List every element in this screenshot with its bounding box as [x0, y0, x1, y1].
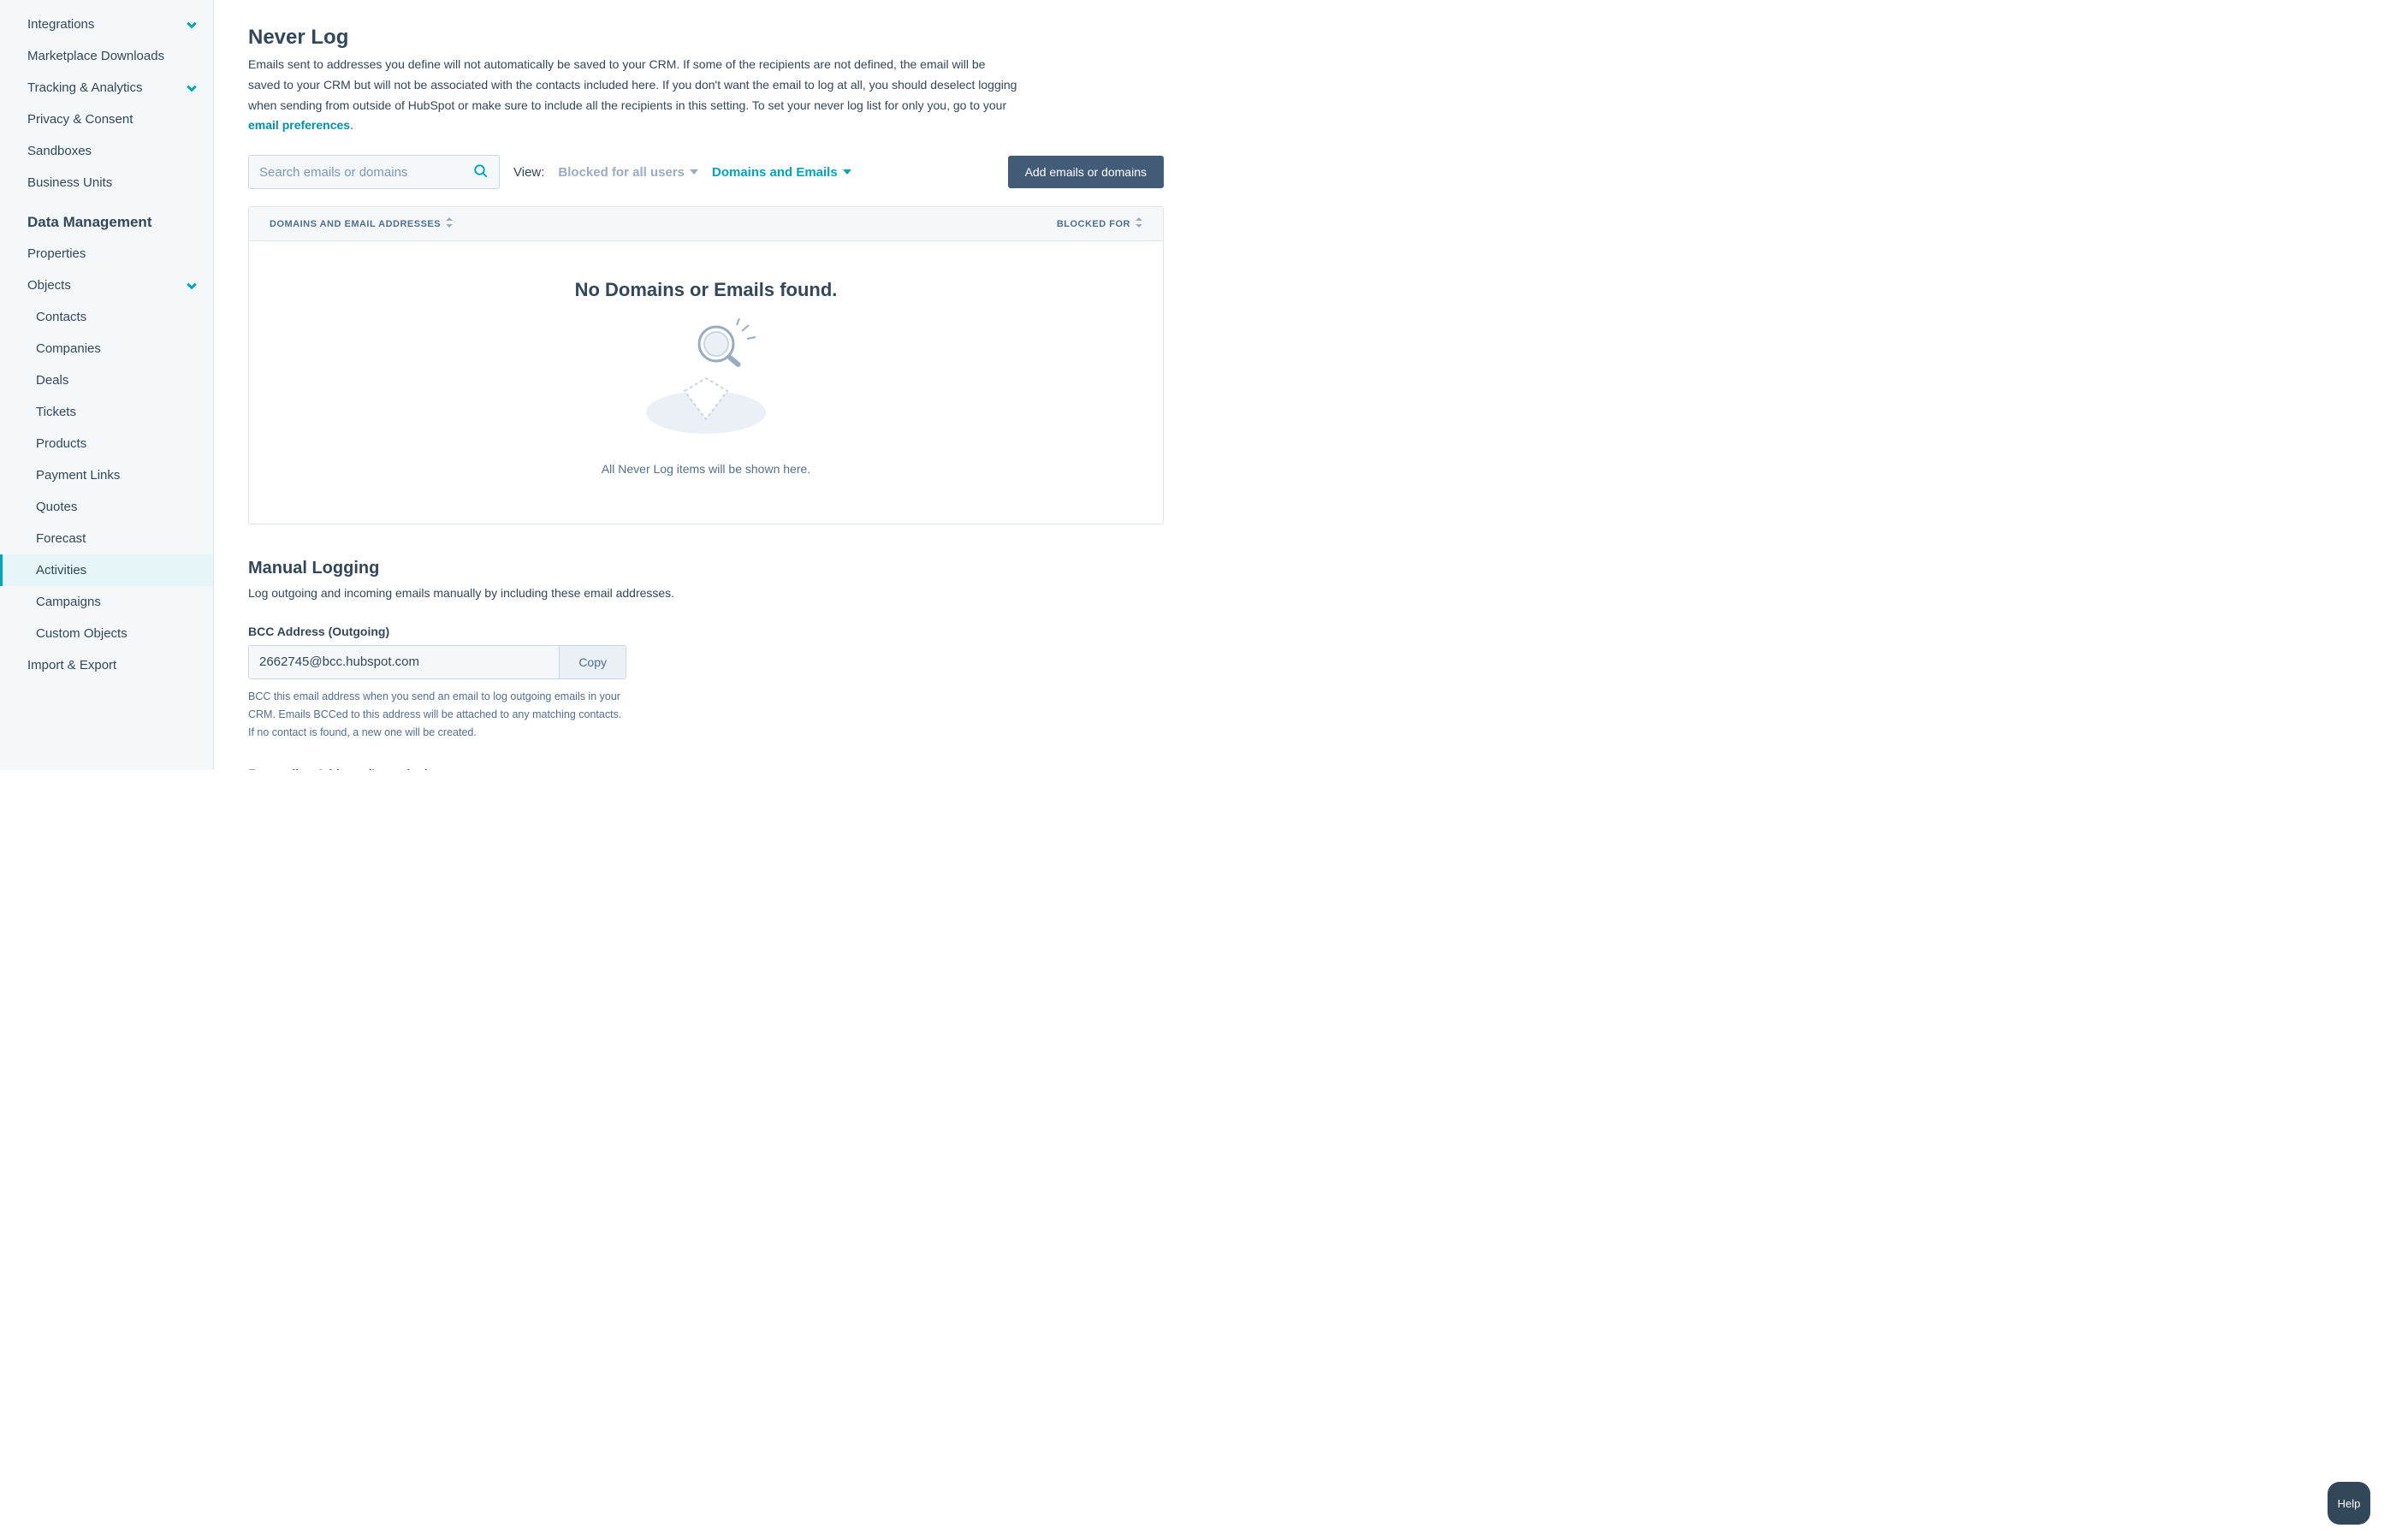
sidebar-item-properties[interactable]: Properties: [0, 238, 213, 270]
sidebar-item-objects[interactable]: Objects: [0, 270, 213, 301]
sidebar-item-label: Contacts: [36, 310, 86, 324]
settings-sidebar: Integrations Marketplace Downloads Track…: [0, 0, 214, 770]
dropdown-label: Blocked for all users: [558, 165, 685, 180]
th-label: Domains and Email Addresses: [270, 219, 441, 229]
copy-bcc-button[interactable]: Copy: [559, 646, 626, 678]
caret-down-icon: [843, 165, 851, 180]
empty-state-illustration: [638, 318, 774, 438]
sidebar-item-label: Activities: [36, 563, 86, 578]
sidebar-item-forecast[interactable]: Forecast: [0, 523, 213, 554]
sidebar-item-custom-objects[interactable]: Custom Objects: [0, 618, 213, 649]
sidebar-item-quotes[interactable]: Quotes: [0, 491, 213, 523]
manual-logging-title: Manual Logging: [248, 559, 1164, 578]
never-log-description: Emails sent to addresses you define will…: [248, 55, 1018, 136]
sidebar-item-import-export[interactable]: Import & Export: [0, 649, 213, 681]
search-box[interactable]: [248, 155, 500, 189]
chevron-down-icon: [186, 280, 198, 292]
dropdown-label: Domains and Emails: [712, 165, 838, 180]
sidebar-item-label: Properties: [27, 246, 86, 261]
sidebar-item-deals[interactable]: Deals: [0, 364, 213, 396]
bcc-address-field-group: Copy: [248, 645, 626, 679]
sidebar-item-label: Business Units: [27, 175, 112, 190]
sidebar-item-companies[interactable]: Companies: [0, 333, 213, 364]
table-header: Domains and Email Addresses Blocked For: [249, 207, 1163, 241]
sidebar-item-label: Campaigns: [36, 595, 101, 609]
sidebar-item-label: Marketplace Downloads: [27, 49, 164, 63]
sidebar-item-tracking[interactable]: Tracking & Analytics: [0, 72, 213, 104]
sidebar-item-label: Products: [36, 436, 86, 451]
filter-domains-dropdown[interactable]: Domains and Emails: [712, 165, 851, 180]
sidebar-section-header: Data Management: [0, 198, 213, 238]
never-log-desc-tail: .: [350, 118, 353, 132]
sidebar-item-marketplace[interactable]: Marketplace Downloads: [0, 40, 213, 72]
sidebar-item-label: Custom Objects: [36, 626, 128, 641]
sidebar-item-privacy[interactable]: Privacy & Consent: [0, 104, 213, 135]
chevron-down-icon: [186, 82, 198, 94]
sidebar-item-products[interactable]: Products: [0, 428, 213, 459]
view-label: View:: [513, 165, 544, 180]
sidebar-item-tickets[interactable]: Tickets: [0, 396, 213, 428]
manual-logging-desc: Log outgoing and incoming emails manuall…: [248, 583, 1018, 604]
sidebar-item-label: Deals: [36, 373, 68, 388]
never-log-table: Domains and Email Addresses Blocked For …: [248, 206, 1164, 524]
search-icon[interactable]: [473, 163, 489, 181]
caret-down-icon: [690, 165, 698, 180]
sidebar-item-campaigns[interactable]: Campaigns: [0, 586, 213, 618]
th-label: Blocked For: [1057, 219, 1130, 229]
sidebar-item-business-units[interactable]: Business Units: [0, 167, 213, 198]
sidebar-item-label: Privacy & Consent: [27, 112, 133, 127]
sidebar-item-label: Objects: [27, 278, 71, 293]
never-log-desc-text: Emails sent to addresses you define will…: [248, 57, 1017, 112]
th-domains[interactable]: Domains and Email Addresses: [270, 217, 453, 230]
forwarding-address-label: Forwarding Address (Incoming): [248, 767, 1164, 770]
th-blocked-for[interactable]: Blocked For: [1057, 217, 1142, 230]
sidebar-item-label: Companies: [36, 341, 101, 356]
sidebar-item-label: Sandboxes: [27, 144, 92, 158]
sidebar-item-integrations[interactable]: Integrations: [0, 9, 213, 40]
sidebar-item-label: Forecast: [36, 531, 86, 546]
bcc-address-input[interactable]: [249, 646, 559, 678]
email-preferences-link[interactable]: email preferences: [248, 118, 350, 132]
sidebar-item-label: Import & Export: [27, 658, 116, 672]
sidebar-item-activities[interactable]: Activities: [0, 554, 213, 586]
empty-state-title: No Domains or Emails found.: [266, 279, 1146, 301]
chevron-down-icon: [186, 19, 198, 31]
empty-state: No Domains or Emails found. All Never Lo…: [249, 241, 1163, 524]
main-content: Never Log Emails sent to addresses you d…: [214, 0, 1198, 770]
bcc-address-label: BCC Address (Outgoing): [248, 625, 1164, 638]
sidebar-item-sandboxes[interactable]: Sandboxes: [0, 135, 213, 167]
search-input[interactable]: [259, 165, 473, 180]
bcc-help-text: BCC this email address when you send an …: [248, 688, 625, 743]
sidebar-item-contacts[interactable]: Contacts: [0, 301, 213, 333]
never-log-title: Never Log: [248, 26, 1164, 50]
sort-icon: [446, 217, 453, 230]
sidebar-item-label: Quotes: [36, 500, 77, 514]
never-log-controls: View: Blocked for all users Domains and …: [248, 155, 1164, 189]
sidebar-item-payment-links[interactable]: Payment Links: [0, 459, 213, 491]
sort-icon: [1136, 217, 1142, 230]
filter-blocked-dropdown[interactable]: Blocked for all users: [558, 165, 698, 180]
sidebar-item-label: Payment Links: [36, 468, 120, 483]
empty-state-subtext: All Never Log items will be shown here.: [266, 462, 1146, 476]
sidebar-item-label: Tracking & Analytics: [27, 80, 143, 95]
add-emails-button[interactable]: Add emails or domains: [1008, 156, 1164, 188]
sidebar-item-label: Tickets: [36, 405, 76, 419]
help-bubble-button[interactable]: Help: [2328, 1482, 2370, 1525]
sidebar-item-label: Integrations: [27, 17, 94, 32]
